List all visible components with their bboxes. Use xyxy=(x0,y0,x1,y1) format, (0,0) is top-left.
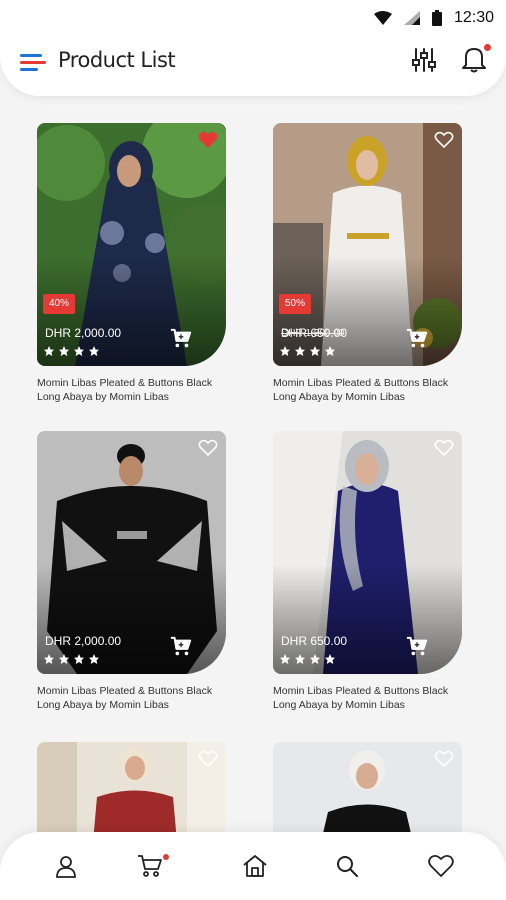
discount-badge: 50% xyxy=(279,294,312,314)
add-to-cart-icon[interactable] xyxy=(406,636,428,658)
battery-icon xyxy=(431,10,442,26)
product-name[interactable]: Momin Libas Pleated & Buttons Black Long… xyxy=(37,376,226,404)
rating-stars xyxy=(43,345,100,357)
heart-icon[interactable] xyxy=(428,854,454,883)
product-image[interactable]: 50% DHR 650.00 DHR 1,300.00 xyxy=(273,123,462,366)
rating-stars xyxy=(43,653,100,665)
product-card[interactable]: 40% DHR 2,000.00 Momin Libas Pleated & B… xyxy=(37,123,226,404)
add-to-cart-icon[interactable] xyxy=(406,328,428,350)
filter-icon[interactable] xyxy=(410,46,438,79)
wifi-icon xyxy=(373,11,392,25)
search-icon[interactable] xyxy=(335,854,359,883)
product-name[interactable]: Momin Libas Pleated & Buttons Black Long… xyxy=(273,684,462,712)
page-title: Product List xyxy=(58,48,176,72)
heart-outline-icon[interactable] xyxy=(198,750,218,768)
add-to-cart-icon[interactable] xyxy=(170,328,192,350)
signal-icon xyxy=(403,11,420,25)
heart-outline-icon[interactable] xyxy=(434,131,454,149)
product-old-price: DHR 1,300.00 xyxy=(281,328,345,339)
product-image[interactable]: DHR 2,000.00 xyxy=(37,431,226,674)
heart-icon[interactable] xyxy=(198,131,218,149)
product-image[interactable] xyxy=(37,742,226,842)
product-price: DHR 2,000.00 xyxy=(45,634,122,648)
cart-icon[interactable] xyxy=(137,854,163,883)
product-name[interactable]: Momin Libas Pleated & Buttons Black Long… xyxy=(273,376,462,404)
product-image[interactable] xyxy=(273,742,462,842)
rating-stars xyxy=(279,653,336,665)
product-card[interactable]: DHR 2,000.00 Momin Libas Pleated & Butto… xyxy=(37,431,226,712)
status-time: 12:30 xyxy=(453,9,494,26)
rating-stars xyxy=(279,345,336,357)
bottom-navigation xyxy=(0,832,506,900)
product-card[interactable]: 50% DHR 650.00 DHR 1,300.00 Momin Libas … xyxy=(273,123,462,404)
product-price: DHR 650.00 xyxy=(281,634,348,648)
home-icon[interactable] xyxy=(242,854,268,883)
add-to-cart-icon[interactable] xyxy=(170,636,192,658)
product-image[interactable]: DHR 650.00 xyxy=(273,431,462,674)
cart-badge xyxy=(163,854,169,860)
profile-icon[interactable] xyxy=(54,854,78,883)
notification-badge xyxy=(484,44,491,51)
product-card[interactable] xyxy=(37,742,226,842)
product-name[interactable]: Momin Libas Pleated & Buttons Black Long… xyxy=(37,684,226,712)
product-card[interactable]: DHR 650.00 Momin Libas Pleated & Buttons… xyxy=(273,431,462,712)
heart-outline-icon[interactable] xyxy=(434,750,454,768)
heart-outline-icon[interactable] xyxy=(198,439,218,457)
menu-icon[interactable] xyxy=(20,52,46,72)
product-price: DHR 2,000.00 xyxy=(45,326,122,340)
discount-badge: 40% xyxy=(43,294,76,314)
product-card[interactable] xyxy=(273,742,462,842)
status-bar: 12:30 xyxy=(0,0,506,36)
heart-outline-icon[interactable] xyxy=(434,439,454,457)
product-image[interactable]: 40% DHR 2,000.00 xyxy=(37,123,226,366)
